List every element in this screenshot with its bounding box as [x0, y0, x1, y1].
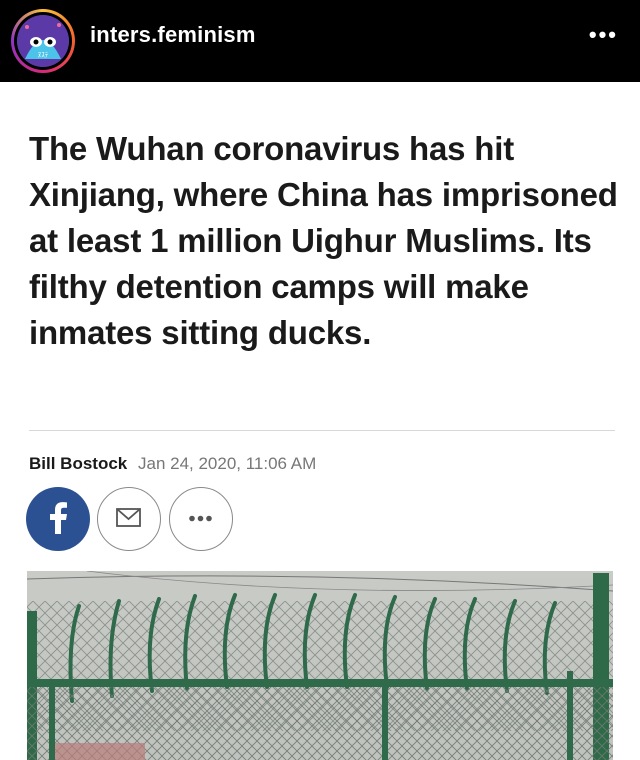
barbed-wire-fence-image — [27, 571, 613, 760]
more-share-button[interactable] — [169, 487, 233, 551]
facebook-share-button[interactable] — [26, 487, 90, 551]
svg-text:ﾇｽﾃ: ﾇｽﾃ — [38, 51, 49, 59]
username[interactable]: inters.feminism — [90, 22, 256, 48]
post-header: ﾇｽﾃ inters.feminism ••• — [0, 0, 640, 82]
avatar[interactable]: ﾇｽﾃ — [11, 9, 75, 73]
author-name[interactable]: Bill Bostock — [29, 454, 127, 473]
facebook-icon — [50, 502, 67, 534]
byline: Bill Bostock Jan 24, 2020, 11:06 AM — [29, 454, 316, 474]
email-share-button[interactable] — [97, 487, 161, 551]
more-options-icon[interactable]: ••• — [589, 24, 618, 46]
divider — [29, 430, 615, 431]
ellipsis-icon — [189, 515, 212, 522]
cat-face-avatar-icon: ﾇｽﾃ — [17, 15, 69, 67]
envelope-icon — [116, 508, 141, 527]
publish-date: Jan 24, 2020, 11:06 AM — [137, 454, 317, 473]
article-headline: The Wuhan coronavirus has hit Xinjiang, … — [29, 130, 618, 351]
